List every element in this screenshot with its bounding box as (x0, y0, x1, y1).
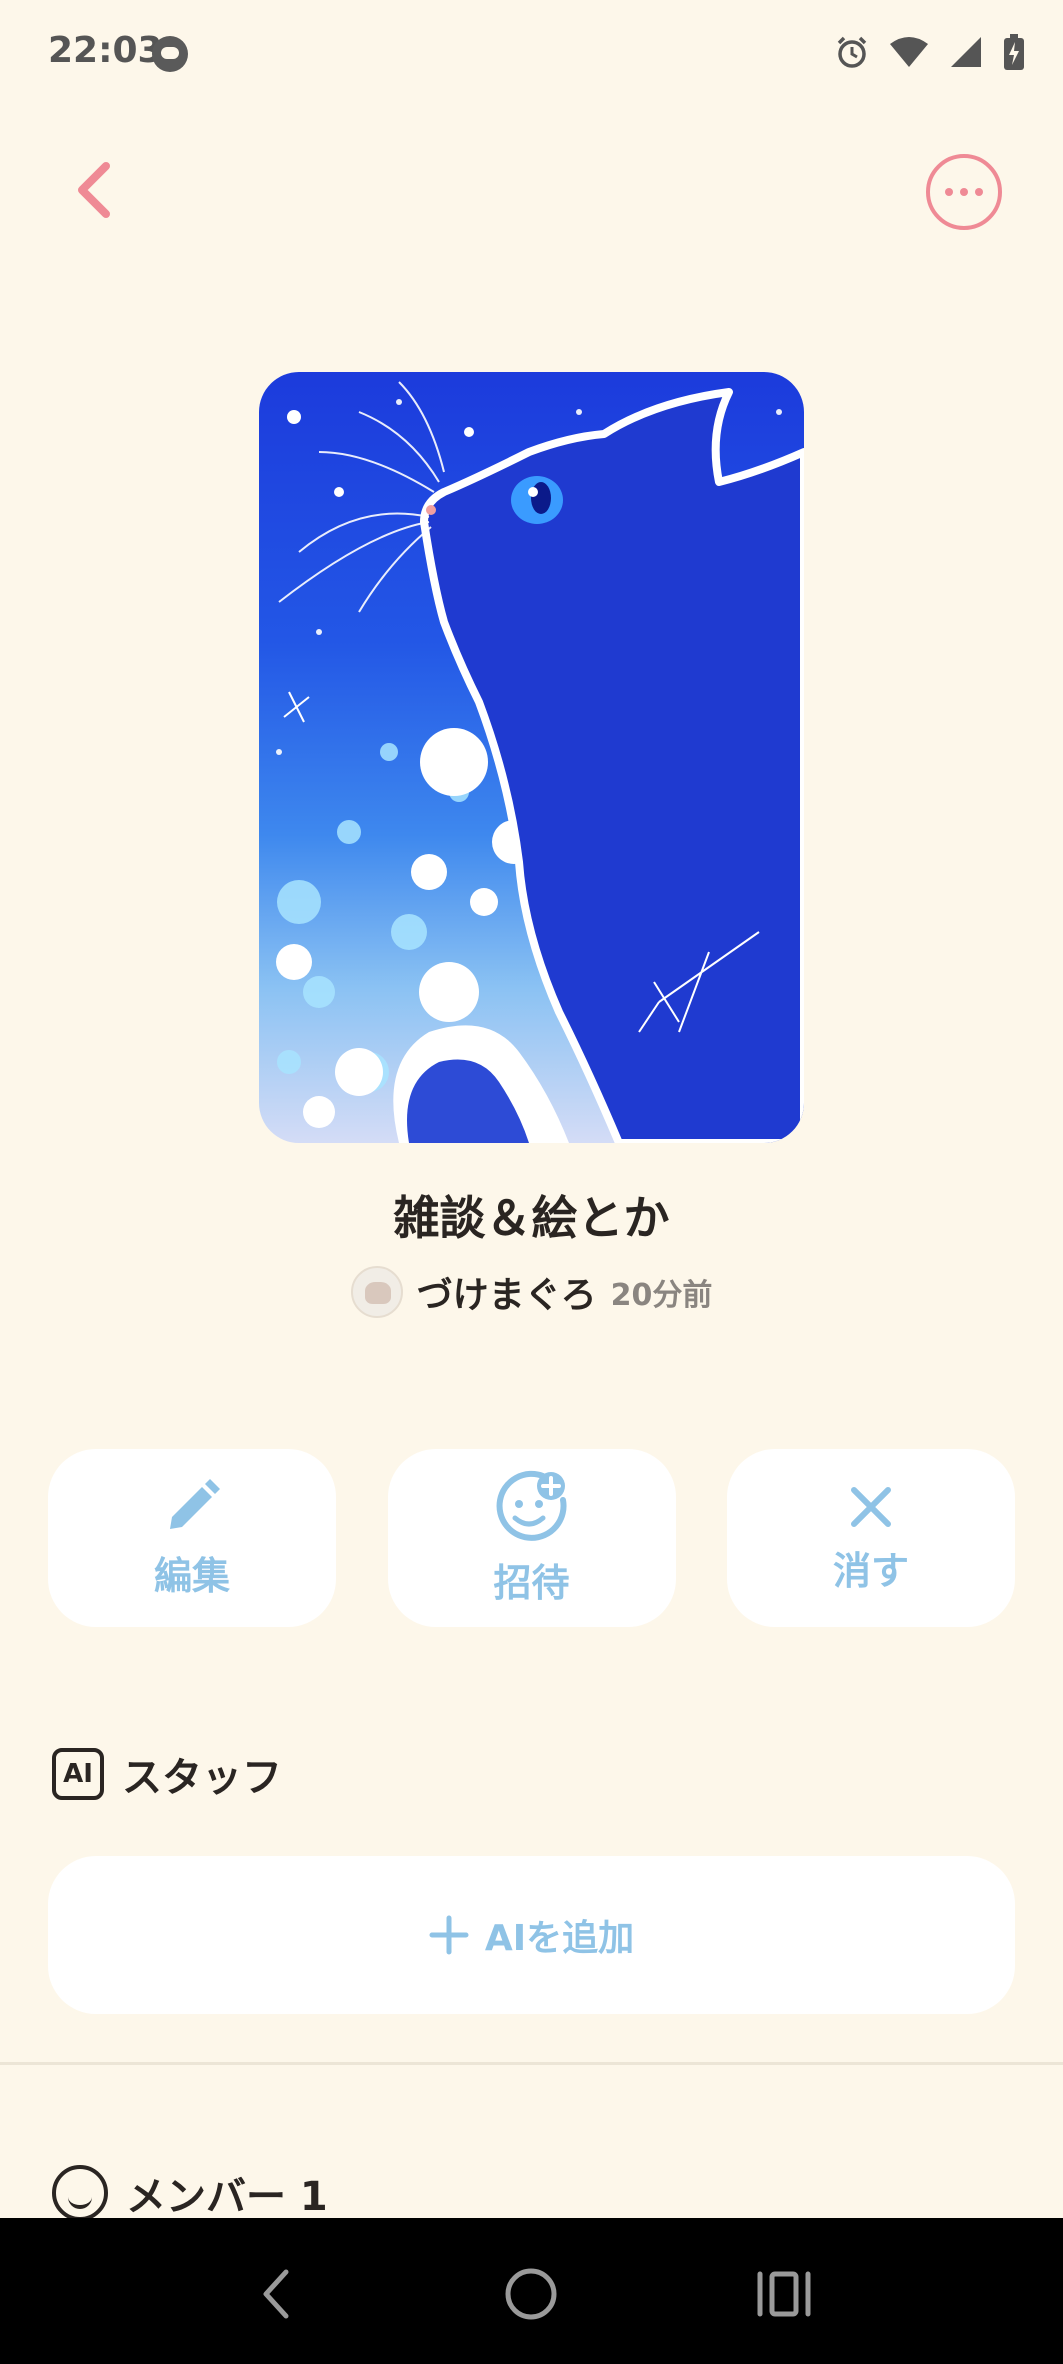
back-icon (263, 2269, 289, 2319)
avatar[interactable] (350, 1266, 403, 1318)
staff-section-title: AI スタッフ (52, 1745, 282, 1803)
wifi-icon (889, 36, 929, 68)
plus-icon (429, 1915, 469, 1955)
invite-label: 招待 (493, 1560, 570, 1605)
edit-label: 編集 (153, 1553, 230, 1598)
members-section-title: メンバー 1 (52, 2164, 328, 2222)
owner-name[interactable]: づけまぐろ (417, 1266, 597, 1318)
divider (0, 2062, 1063, 2065)
room-title: 雑談＆絵とか (393, 1191, 670, 1245)
signal-icon (949, 35, 983, 69)
room-cover-image[interactable] (259, 372, 804, 1143)
battery-charging-icon (1003, 34, 1025, 70)
smile-icon (52, 2165, 108, 2221)
system-nav-bar (0, 2218, 1063, 2364)
system-recents-button[interactable] (744, 2254, 824, 2334)
game-controller-icon (152, 36, 188, 72)
more-options-button[interactable] (926, 154, 1002, 230)
close-icon (851, 1486, 891, 1527)
owner-row: づけまぐろ 20分前 (0, 1266, 1063, 1318)
action-buttons: 編集 招待 消す (48, 1449, 1015, 1627)
time-ago: 20分前 (610, 1278, 713, 1313)
invite-button[interactable]: 招待 (387, 1449, 676, 1627)
add-ai-button[interactable]: AIを追加 (48, 1856, 1015, 2014)
home-icon (505, 2268, 557, 2320)
recents-icon (757, 2271, 811, 2317)
system-back-button[interactable] (236, 2254, 316, 2334)
status-time: 22:03 (48, 30, 163, 71)
back-button[interactable] (62, 150, 126, 230)
members-title: メンバー 1 (126, 2174, 328, 2220)
alarm-icon (835, 35, 869, 69)
delete-button[interactable]: 消す (727, 1449, 1015, 1627)
status-icons (835, 30, 1025, 74)
delete-label: 消す (832, 1548, 909, 1593)
chevron-left-icon (78, 162, 110, 218)
status-bar: 22:03 (0, 0, 1063, 108)
system-home-button[interactable] (491, 2254, 571, 2334)
add-ai-label: AIを追加 (484, 1918, 635, 1959)
blue-cat-illustration (276, 381, 804, 1143)
edit-button[interactable]: 編集 (48, 1449, 336, 1627)
more-horizontal-icon (945, 188, 953, 196)
chat-room-settings-screen: 22:03 雑談＆絵とか づけまぐろ 20分前 編集 招待 消す AI スタッフ… (0, 0, 1063, 2364)
add-person-icon (496, 1470, 567, 1541)
pencil-icon (170, 1478, 220, 1529)
ai-badge-icon: AI (52, 1748, 104, 1800)
staff-title: スタッフ (122, 1755, 282, 1801)
